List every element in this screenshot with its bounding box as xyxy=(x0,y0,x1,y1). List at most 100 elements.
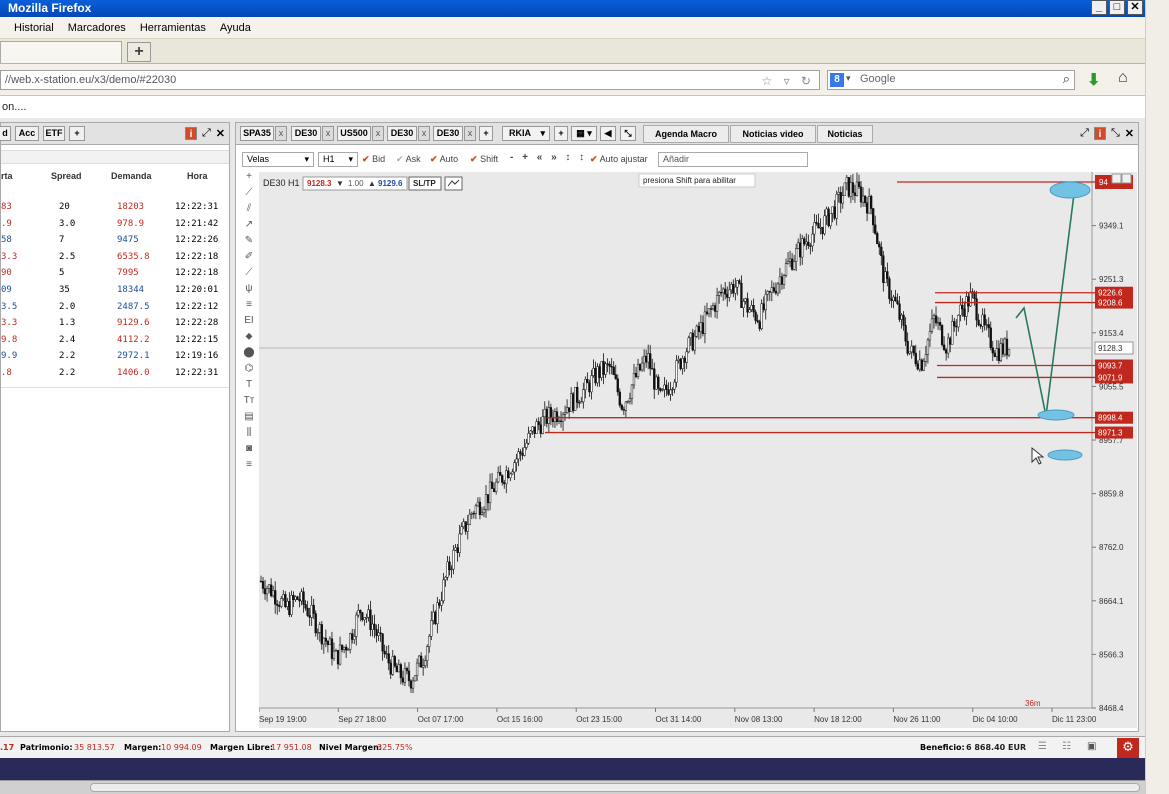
price-chart[interactable]: 9349.19251.39153.49055.58957.78859.88762… xyxy=(259,172,1137,728)
ray-tool-icon[interactable]: ↗ xyxy=(242,219,256,235)
close-tab-icon[interactable]: x xyxy=(322,126,334,141)
bid-toggle[interactable]: ✔ Bid xyxy=(362,154,385,165)
menu-ayuda[interactable]: Ayuda xyxy=(220,22,251,34)
url-bar[interactable]: //web.x-station.eu/x3/demo/#22030 ☆ ▿ ↻ xyxy=(0,70,820,90)
scrollbar-thumb[interactable] xyxy=(90,783,1140,792)
level-edit-button[interactable] xyxy=(1111,173,1122,184)
calendar-icon[interactable]: ▣ xyxy=(1087,741,1096,752)
market-row[interactable]: 90 5 7995 12:22:18 xyxy=(1,266,229,282)
brush-tool-icon[interactable]: ⟋ xyxy=(242,267,256,283)
market-row[interactable]: .8 2.2 1406.0 12:22:31 xyxy=(1,366,229,382)
camera-icon[interactable]: ◙ xyxy=(242,443,256,459)
template-tool-icon[interactable]: ▤ xyxy=(242,411,256,427)
info-icon[interactable]: i xyxy=(1093,127,1106,140)
resize-icon[interactable]: ⤡ xyxy=(1111,127,1120,140)
grid-view-icon[interactable]: ☷ xyxy=(1062,741,1071,752)
instrument-tab-spa35[interactable]: SPA35 xyxy=(240,126,274,141)
channel-tool-icon[interactable]: ⫽ xyxy=(242,203,256,219)
level-close-button[interactable] xyxy=(1121,173,1132,184)
shift-toggle[interactable]: ✔ Shift xyxy=(470,154,498,165)
market-row[interactable]: 58 7 9475 12:22:26 xyxy=(1,233,229,249)
market-tab-etf[interactable]: ETF xyxy=(43,126,65,141)
add-indicator-input[interactable]: Añadir xyxy=(658,152,808,167)
new-tab-button[interactable]: + xyxy=(127,42,151,62)
instrument-tab-us500[interactable]: US500 xyxy=(337,126,371,141)
buy-arrow-icon[interactable]: ▲ xyxy=(368,179,376,188)
market-tab-acc[interactable]: Acc xyxy=(15,126,39,141)
close-tab-icon[interactable]: x xyxy=(464,126,476,141)
instrument-tab-de30-3[interactable]: DE30 xyxy=(433,126,463,141)
info-icon[interactable]: i xyxy=(184,127,197,140)
bid-price[interactable]: 9128.3 xyxy=(307,179,332,188)
horizontal-scrollbar[interactable] xyxy=(0,780,1145,794)
minimize-button[interactable]: _ xyxy=(1091,0,1107,15)
menu-marcadores[interactable]: Marcadores xyxy=(68,22,126,34)
search-icon[interactable]: ⌕ xyxy=(1063,71,1070,87)
collapse-icon[interactable]: ⤡ xyxy=(620,126,636,141)
add-market-tab-button[interactable]: + xyxy=(69,126,85,141)
ask-toggle[interactable]: ✔ Ask xyxy=(396,154,421,165)
market-filter[interactable] xyxy=(1,150,229,164)
shapes-tool-icon[interactable]: ⌬ xyxy=(242,363,256,379)
close-icon[interactable]: ✕ xyxy=(1125,127,1134,140)
home-icon[interactable]: ⌂ xyxy=(1118,69,1128,87)
auto-adjust-toggle[interactable]: ✔ Auto ajustar xyxy=(590,154,648,165)
instrument-tab-de30-2[interactable]: DE30 xyxy=(387,126,417,141)
close-tab-icon[interactable]: x xyxy=(275,126,287,141)
auto-toggle[interactable]: ✔ Auto xyxy=(430,154,458,165)
symbol-select[interactable]: RKIA ▾ xyxy=(502,126,550,141)
drop-tool-icon[interactable]: ⬥ xyxy=(242,331,256,347)
expand-icon[interactable]: ⤢ xyxy=(202,127,211,140)
fibonacci-tool-icon[interactable]: ≡ xyxy=(242,299,256,315)
market-row[interactable]: .9 3.0 978.9 12:21:42 xyxy=(1,217,229,233)
settings-gear-icon[interactable]: ⚙ xyxy=(1117,738,1139,758)
market-tab-d[interactable]: d xyxy=(0,126,11,141)
close-window-button[interactable]: ✕ xyxy=(1127,0,1143,15)
search-engine-dropdown-icon[interactable]: ▾ xyxy=(846,73,851,84)
add-chart-tab-button[interactable]: + xyxy=(479,126,493,141)
pencil-tool-icon[interactable]: ✎ xyxy=(242,235,256,251)
ask-price[interactable]: 9129.6 xyxy=(378,179,403,188)
search-bar[interactable]: 8 ▾ Google ⌕ xyxy=(827,70,1075,90)
menu-herramientas[interactable]: Herramientas xyxy=(140,22,206,34)
market-row[interactable]: 83 20 18203 12:22:31 xyxy=(1,200,229,216)
tab-agenda-macro[interactable]: Agenda Macro xyxy=(643,125,729,143)
expand-icon[interactable]: ⤢ xyxy=(1080,127,1089,140)
close-tab-icon[interactable]: x xyxy=(418,126,430,141)
market-row[interactable]: 3.5 2.0 2487.5 12:22:12 xyxy=(1,300,229,316)
marker-tool-icon[interactable]: ⬤ xyxy=(242,347,256,363)
maximize-button[interactable]: □ xyxy=(1109,0,1125,15)
google-icon[interactable]: 8 xyxy=(830,73,844,87)
timeframe-select[interactable]: H1 ▾ xyxy=(318,152,358,167)
back-icon[interactable]: ◀ xyxy=(600,126,616,141)
close-tab-icon[interactable]: x xyxy=(372,126,384,141)
market-row[interactable]: 9.8 2.4 4112.2 12:22:15 xyxy=(1,333,229,349)
add-symbol-button[interactable]: + xyxy=(554,126,568,141)
bars-tool-icon[interactable]: ⫼ xyxy=(242,427,256,443)
menu-historial[interactable]: Historial xyxy=(14,22,54,34)
elliott-tool-icon[interactable]: EI xyxy=(242,315,256,331)
indicator-button[interactable] xyxy=(444,176,463,191)
layout-dropdown[interactable]: ▦ ▾ xyxy=(571,126,597,141)
sell-arrow-icon[interactable]: ▼ xyxy=(336,179,344,188)
tab-noticias[interactable]: Noticias xyxy=(817,125,873,143)
close-icon[interactable]: ✕ xyxy=(216,127,225,140)
pen-tool-icon[interactable]: ✐ xyxy=(242,251,256,267)
pitchfork-tool-icon[interactable]: ψ xyxy=(242,283,256,299)
zoom-controls[interactable]: - + « » ↕ ↕ xyxy=(510,152,587,163)
text-size-tool-icon[interactable]: Tт xyxy=(242,395,256,411)
market-row[interactable]: 9.9 2.2 2972.1 12:19:16 xyxy=(1,349,229,365)
crosshair-tool-icon[interactable]: + xyxy=(242,171,256,187)
chart-type-select[interactable]: Velas ▾ xyxy=(242,152,314,167)
instrument-tab-de30[interactable]: DE30 xyxy=(291,126,321,141)
download-icon[interactable]: ⬇ xyxy=(1087,70,1100,90)
browser-tab[interactable] xyxy=(0,41,122,63)
menu-icon[interactable]: ≡ xyxy=(242,459,256,475)
bookmark-star-icon[interactable]: ☆ ▿ ↻ xyxy=(761,72,815,90)
volume-value[interactable]: 1.00 xyxy=(348,179,364,188)
market-row[interactable]: 3.3 2.5 6535.8 12:22:18 xyxy=(1,250,229,266)
list-view-icon[interactable]: ☰ xyxy=(1038,741,1047,752)
market-row[interactable]: 3.3 1.3 9129.6 12:22:28 xyxy=(1,316,229,332)
trendline-tool-icon[interactable]: ⟋ xyxy=(242,187,256,203)
market-row[interactable]: 09 35 18344 12:20:01 xyxy=(1,283,229,299)
